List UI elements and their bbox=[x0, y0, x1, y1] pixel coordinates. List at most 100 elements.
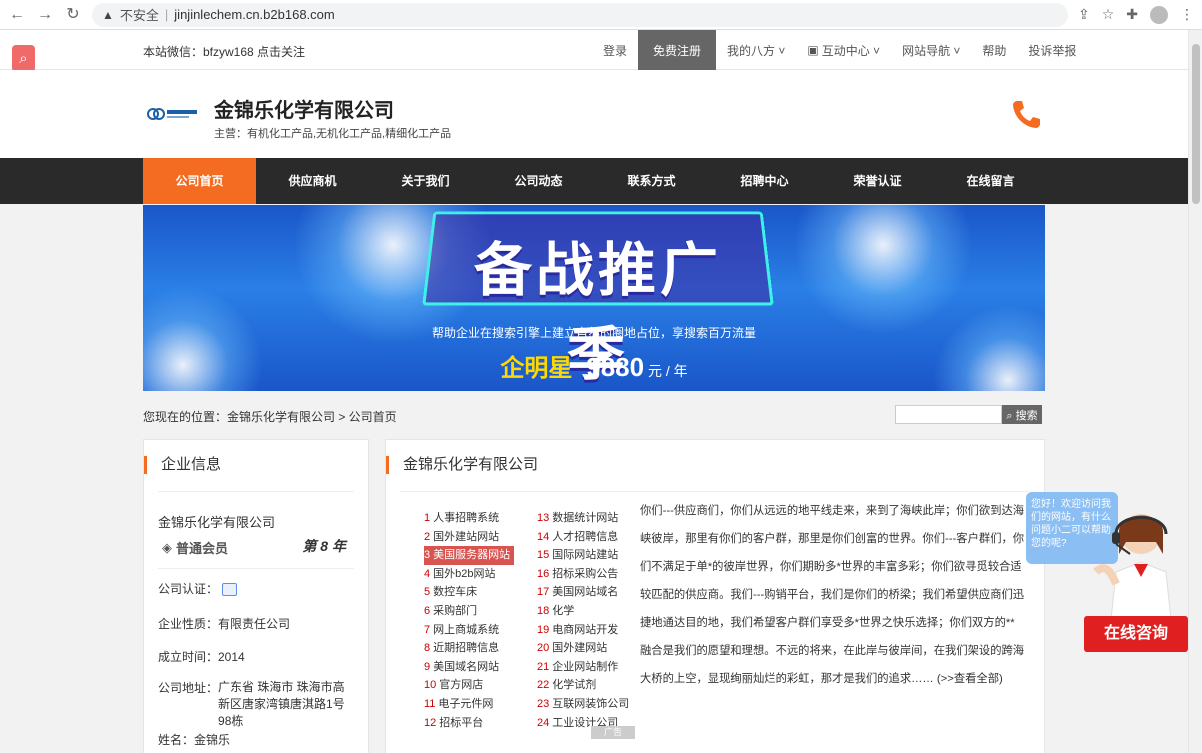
ad-link-number: 8 bbox=[424, 642, 431, 655]
ad-link[interactable]: 15 国际网站建站 bbox=[537, 546, 629, 565]
divider bbox=[400, 491, 1030, 492]
address-row: 公司地址： 广东省 珠海市 珠海市高新区唐家湾镇唐淇路1号98栋 bbox=[158, 679, 354, 730]
search-icon[interactable]: ⌕ bbox=[12, 45, 35, 72]
ad-link[interactable]: 17 美国网站域名 bbox=[537, 583, 629, 602]
ad-link[interactable]: 10 官方网店 bbox=[424, 676, 514, 695]
back-icon[interactable]: ← bbox=[8, 6, 26, 24]
promo-banner[interactable]: 备战推广季 帮助企业在搜索引擎上建立自然的圈地占位，享搜索百万流量 企明星 98… bbox=[143, 205, 1045, 391]
ad-link[interactable]: 21 企业网站制作 bbox=[537, 658, 629, 677]
ad-link[interactable]: 9 美国域名网站 bbox=[424, 658, 514, 677]
ad-link[interactable]: 16 招标采购公告 bbox=[537, 565, 629, 584]
ad-link[interactable]: 22 化学试剂 bbox=[537, 676, 629, 695]
company-info-panel: 企业信息 金锦乐化学有限公司 ◈ 普通会员 第 8 年 公司认证： 企业性质：有… bbox=[143, 439, 369, 753]
ad-link[interactable]: 4 国外b2b网站 bbox=[424, 565, 514, 584]
cert-row: 公司认证： bbox=[158, 580, 238, 597]
interaction-center-label: 互动中心 ˅ bbox=[821, 43, 881, 58]
ad-link-number: 1 bbox=[424, 512, 431, 524]
nav-item-honors[interactable]: 荣誉认证 bbox=[821, 158, 934, 204]
phone-icon[interactable] bbox=[1010, 98, 1042, 130]
ad-link[interactable]: 23 互联网装饰公司 bbox=[537, 695, 629, 714]
ad-link[interactable]: 20 国外建网站 bbox=[537, 639, 629, 658]
address-bar[interactable]: ▲ 不安全 | jinjinlechem.cn.b2b168.com bbox=[92, 2, 1068, 27]
nav-item-about[interactable]: 关于我们 bbox=[369, 158, 482, 204]
info-company-name: 金锦乐化学有限公司 bbox=[158, 515, 276, 530]
wechat-notice[interactable]: 本站微信：bfzyw168 点击关注 bbox=[143, 43, 305, 60]
login-link[interactable]: 登录 bbox=[592, 30, 638, 70]
online-consult-button[interactable]: 在线咨询 bbox=[1084, 616, 1188, 652]
search-input[interactable] bbox=[895, 405, 1002, 424]
nav-item-contact[interactable]: 联系方式 bbox=[595, 158, 708, 204]
star-icon[interactable]: ☆ bbox=[1102, 6, 1115, 23]
ad-badge[interactable]: 广告 bbox=[591, 726, 635, 739]
nav-item-supply[interactable]: 供应商机 bbox=[256, 158, 369, 204]
nav-item-home[interactable]: 公司首页 bbox=[143, 158, 256, 204]
nav-item-news[interactable]: 公司动态 bbox=[482, 158, 595, 204]
ad-link[interactable]: 7 网上商城系统 bbox=[424, 621, 514, 640]
ad-link-number: 24 bbox=[537, 716, 550, 729]
help-link[interactable]: 帮助 bbox=[971, 30, 1017, 70]
ad-link[interactable]: 13 数据统计网站 bbox=[537, 509, 629, 528]
nav-item-message[interactable]: 在线留言 bbox=[934, 158, 1047, 204]
ad-link-number: 10 bbox=[424, 679, 437, 692]
banner-price: 企明星 9880 元 / 年 bbox=[143, 348, 1045, 383]
reload-icon[interactable]: ↻ bbox=[64, 6, 82, 24]
ad-link[interactable]: 14 人才招聘信息 bbox=[537, 528, 629, 547]
menu-icon[interactable]: ⋮ bbox=[1180, 6, 1194, 23]
ad-link-number: 2 bbox=[424, 530, 431, 543]
ad-link-text: 采购部门 bbox=[433, 604, 478, 617]
certificate-icon[interactable] bbox=[222, 583, 238, 597]
ad-link[interactable]: 18 化学 bbox=[537, 602, 629, 621]
search-button[interactable]: ⌕ 搜索 bbox=[1002, 405, 1042, 424]
scrollbar-thumb[interactable] bbox=[1192, 44, 1200, 204]
ad-link-number: 18 bbox=[537, 604, 550, 617]
extensions-icon[interactable]: ✚ bbox=[1126, 6, 1138, 23]
site-nav-menu[interactable]: 网站导航 ˅ bbox=[891, 30, 971, 70]
top-links: 登录 免费注册 我的八方 ˅ ▣ 互动中心 ˅ 网站导航 ˅ 帮助 投诉举报 bbox=[592, 30, 1087, 70]
ad-link-text: 电子元件网 bbox=[438, 697, 494, 710]
cert-label: 公司认证： bbox=[158, 582, 219, 596]
ad-link[interactable]: 8 近期招聘信息 bbox=[424, 639, 514, 658]
ad-link[interactable]: 19 电商网站开发 bbox=[537, 621, 629, 640]
search-button-label: 搜索 bbox=[1015, 409, 1038, 422]
company-intro-panel: 金锦乐化学有限公司 1 人事招聘系统 2 国外建站网站 3 美国服务器网站 4 国外b2b网站… bbox=[385, 439, 1045, 753]
forward-icon[interactable]: → bbox=[36, 6, 54, 24]
ad-link[interactable]: 1 人事招聘系统 bbox=[424, 509, 514, 528]
share-icon[interactable]: ⇪ bbox=[1078, 6, 1090, 23]
page-scrollbar[interactable] bbox=[1188, 30, 1202, 753]
ad-link[interactable]: 3 美国服务器网站 bbox=[424, 546, 515, 565]
ad-link-number: 23 bbox=[537, 697, 550, 710]
ad-link-number: 7 bbox=[424, 623, 431, 636]
address-value: 广东省 珠海市 珠海市高新区唐家湾镇唐淇路1号98栋 bbox=[218, 680, 345, 728]
ad-link-text: 国外建网站 bbox=[552, 642, 608, 655]
ad-link-text: 化学试剂 bbox=[552, 679, 597, 692]
profile-avatar[interactable] bbox=[1150, 5, 1168, 24]
ad-link[interactable]: 12 招标平台 bbox=[424, 714, 514, 733]
ad-link[interactable]: 6 采购部门 bbox=[424, 602, 514, 621]
ad-link-number: 12 bbox=[424, 716, 437, 729]
ad-links-column-2: 13 数据统计网站 14 人才招聘信息 15 国际网站建站 16 招标采购公告 17 美国网站域名… bbox=[537, 509, 629, 732]
complaint-link[interactable]: 投诉举报 bbox=[1017, 30, 1087, 70]
ad-link[interactable]: 2 国外建站网站 bbox=[424, 528, 514, 547]
web-page: ⌕ 本站微信：bfzyw168 点击关注 登录 免费注册 我的八方 ˅ ▣ 互动中… bbox=[0, 30, 1188, 753]
address-label: 公司地址： bbox=[158, 681, 219, 695]
nav-item-jobs[interactable]: 招聘中心 bbox=[708, 158, 821, 204]
ad-link[interactable]: 11 电子元件网 bbox=[424, 695, 514, 714]
online-chat-widget: 您好！欢迎访问我们的网站，有什么问题小二可以帮助您的呢? 在线咨询 bbox=[1026, 492, 1188, 687]
nature-row: 企业性质：有限责任公司 bbox=[158, 617, 291, 631]
member-label: 普通会员 bbox=[176, 541, 229, 556]
ad-link-number: 17 bbox=[537, 586, 550, 599]
contact-row: 姓名：金锦乐 bbox=[158, 733, 231, 747]
ad-link-text: 国际网站建站 bbox=[552, 549, 619, 562]
ad-link[interactable]: 5 数控车床 bbox=[424, 583, 514, 602]
main-nav: 公司首页 供应商机 关于我们 公司动态 联系方式 招聘中心 荣誉认证 在线留言 bbox=[0, 158, 1188, 204]
register-button[interactable]: 免费注册 bbox=[638, 30, 717, 70]
my-account-menu[interactable]: 我的八方 ˅ bbox=[716, 30, 796, 70]
ad-link-number: 22 bbox=[537, 679, 550, 692]
interaction-center-menu[interactable]: ▣ 互动中心 ˅ bbox=[796, 30, 891, 70]
diamond-icon: ◈ bbox=[162, 539, 172, 555]
member-level: ◈ 普通会员 bbox=[162, 538, 228, 557]
ad-link-text: 电商网站开发 bbox=[552, 623, 619, 636]
top-bar: ⌕ 本站微信：bfzyw168 点击关注 登录 免费注册 我的八方 ˅ ▣ 互动中… bbox=[0, 30, 1188, 72]
company-header: 金锦乐化学有限公司 主营：有机化工产品,无机化工产品,精细化工产品 bbox=[0, 70, 1188, 158]
company-logo[interactable] bbox=[147, 107, 199, 121]
